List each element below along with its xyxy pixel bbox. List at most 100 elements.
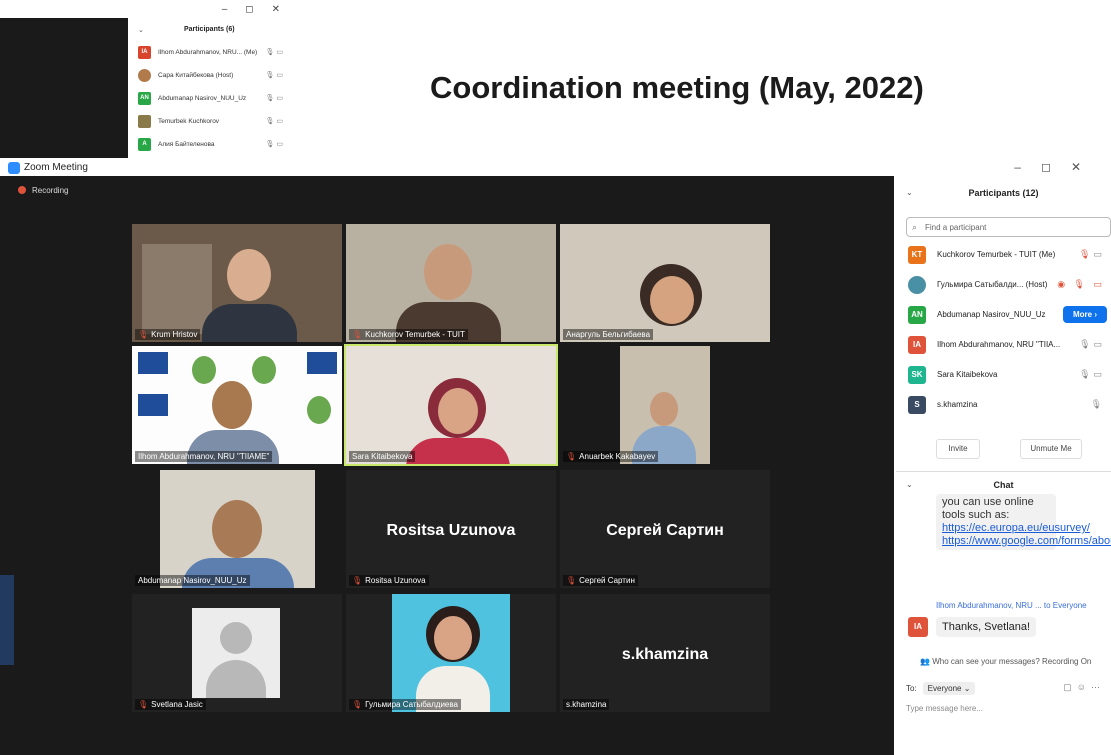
people-icon: 👥 [920,657,933,666]
video-tile[interactable]: 🎙 Гульмира Сатыбалдиева [346,594,556,712]
participant-label: 🎙 Krum Hristov [135,329,201,340]
participant-label: Анаргуль Бельгибаева [563,329,654,340]
participant-label: Sara Kitaibekova [349,451,416,462]
window-title: Zoom Meeting [24,162,88,173]
chat-link[interactable]: https://www.google.com/forms/about/ [942,535,1111,548]
video-tile[interactable]: 🎙 Kuchkorov Temurbek - TUIT [346,224,556,342]
participant-label: 🎙 Kuchkorov Temurbek - TUIT [349,329,468,340]
small-participant-row[interactable]: AN Abdumanap Nasirov_NUU_Uz 🎙▭ [138,92,303,106]
muted-mic-icon: 🎙 [138,330,149,339]
participant-display-name: Rositsa Uzunova [386,522,516,539]
participant-label: 🎙 Anuarbek Kakabayev [563,451,659,462]
tree-logo [192,356,216,384]
unmute-button[interactable]: Unmute Me [1020,439,1082,459]
erasmus-flag [138,394,168,416]
more-button[interactable]: More › [1063,306,1107,323]
mic-icon: 🎙 [1090,399,1105,409]
muted-mic-icon: 🎙 [566,452,577,461]
recipient-dropdown[interactable]: Everyone ⌄ [922,682,976,695]
small-participant-row[interactable]: Temurbek Kuchkorov 🎙▭ [138,115,303,129]
avatar [908,276,926,294]
video-tile[interactable]: s.khamzina s.khamzina [560,594,770,712]
muted-mic-icon: 🎙 [566,576,577,585]
participant-label: Abdumanap Nasirov_NUU_Uz [135,575,250,586]
mic-camera-icon: ◉ 🎙 ▭ [1057,279,1105,289]
small-participants-window: –◻✕ ⌄ Participants (6) IA Ilhom Abdurahm… [128,0,310,158]
chat-visibility-note[interactable]: 👥 Who can see your messages? Recording O… [920,657,1091,666]
participant-label: 🎙 Svetlana Jasic [135,699,206,710]
tree-logo [252,356,276,384]
chat-message: you can use online tools such as: https:… [936,494,1111,550]
participant-row[interactable]: Гульмира Сатыбалди... (Host) ◉ 🎙 ▭ [908,274,1111,296]
participant-display-name: s.khamzina [621,646,709,663]
person-body [406,438,510,464]
chat-input[interactable]: Type message here... [906,704,983,713]
participant-label: Ilhom Abdurahmanov, NRU "TIIAME" [135,451,273,462]
participant-label: 🎙 Сергей Сартин [563,575,638,586]
person-head [212,500,262,558]
participant-label: s.khamzina [563,699,610,710]
chat-link[interactable]: https://ec.europa.eu/eusurvey/ [942,522,1090,535]
background-video-strip [0,18,128,158]
avatar: KT [908,246,926,264]
muted-mic-icon: 🎙 [352,330,363,339]
participant-display-name: Сергей Сартин [606,522,724,539]
avatar: IA [908,336,926,354]
mic-camera-icon: 🎙▭ [1079,369,1105,379]
video-tile[interactable]: 🎙 Svetlana Jasic [132,594,342,712]
side-panel: ⌄ Participants (12) ⌕ Find a participant… [896,176,1111,755]
small-participant-row[interactable]: A Алия Байтеленова 🎙▭ [138,138,303,152]
video-tile[interactable]: Ilhom Abdurahmanov, NRU "TIIAME" [132,346,342,464]
participant-row[interactable]: SK Sara Kitaibekova 🎙▭ [908,364,1111,386]
video-tile[interactable]: Анаргуль Бельгибаева [560,224,770,342]
zoom-logo-icon [8,162,20,174]
chevron-down-icon[interactable]: ⌄ [138,26,144,34]
small-participant-row[interactable]: IA Ilhom Abdurahmanov, NRU... (Me) 🎙▭ [138,46,303,60]
chat-tools[interactable]: ▢☺⋯ [1063,682,1105,693]
mic-camera-icon: 🎙▭ [265,118,285,125]
chat-sender: Ilhom Abdurahmanov, NRU ... to Everyone [936,601,1087,610]
divider [896,471,1111,472]
search-input[interactable]: ⌕ Find a participant [906,217,1111,237]
video-tile[interactable]: 🎙 Anuarbek Kakabayev [560,346,770,464]
video-tile[interactable]: Сергей Сартин 🎙 Сергей Сартин [560,470,770,588]
minimize-button[interactable]: – [1014,160,1041,174]
participant-label: 🎙 Rositsa Uzunova [349,575,429,586]
window-controls[interactable]: –◻✕ [1014,160,1101,174]
mic-camera-icon: 🎙▭ [265,95,285,102]
avatar: AN [138,92,151,105]
mic-camera-icon: 🎙▭ [1079,249,1105,259]
mic-camera-icon: 🎙▭ [265,72,285,79]
mic-camera-icon: 🎙▭ [265,141,285,148]
avatar: AN [908,306,926,324]
small-participant-row[interactable]: Сара Китайбекова (Host) 🎙▭ [138,69,303,83]
video-tile[interactable]: Rositsa Uzunova 🎙 Rositsa Uzunova [346,470,556,588]
small-participants-title: Participants (6) [184,26,235,33]
muted-mic-icon: 🎙 [352,576,363,585]
avatar [138,69,151,82]
chat-recipient: To: Everyone ⌄ [906,682,976,695]
avatar: A [138,138,151,151]
more-icon: ⋯ [1091,682,1105,692]
avatar: IA [138,46,151,59]
avatar [138,115,151,128]
erasmus-flag [138,352,168,374]
recording-indicator[interactable]: Recording [18,186,68,195]
participant-row[interactable]: IA Ilhom Abdurahmanov, NRU "TIIA... 🎙▭ [908,334,1111,356]
small-window-controls[interactable]: –◻✕ [222,4,298,15]
maximize-button[interactable]: ◻ [1041,160,1071,174]
video-tile-active[interactable]: Sara Kitaibekova [344,344,558,466]
participant-row[interactable]: S s.khamzina 🎙 [908,394,1111,416]
participants-title: Participants (12) [968,188,1039,198]
default-avatar [192,608,280,698]
record-icon [18,186,26,194]
erasmus-flag [307,352,337,374]
video-tile[interactable]: 🎙 Krum Hristov [132,224,342,342]
close-button[interactable]: ✕ [1071,160,1101,174]
invite-button[interactable]: Invite [936,439,980,459]
muted-mic-icon: 🎙 [352,700,363,709]
participant-row[interactable]: AN Abdumanap Nasirov_NUU_Uz More › [908,304,1111,326]
participant-row[interactable]: KT Kuchkorov Temurbek - TUIT (Me) 🎙▭ [908,244,1111,266]
video-tile[interactable]: Abdumanap Nasirov_NUU_Uz [132,470,342,588]
person-head [424,244,472,300]
